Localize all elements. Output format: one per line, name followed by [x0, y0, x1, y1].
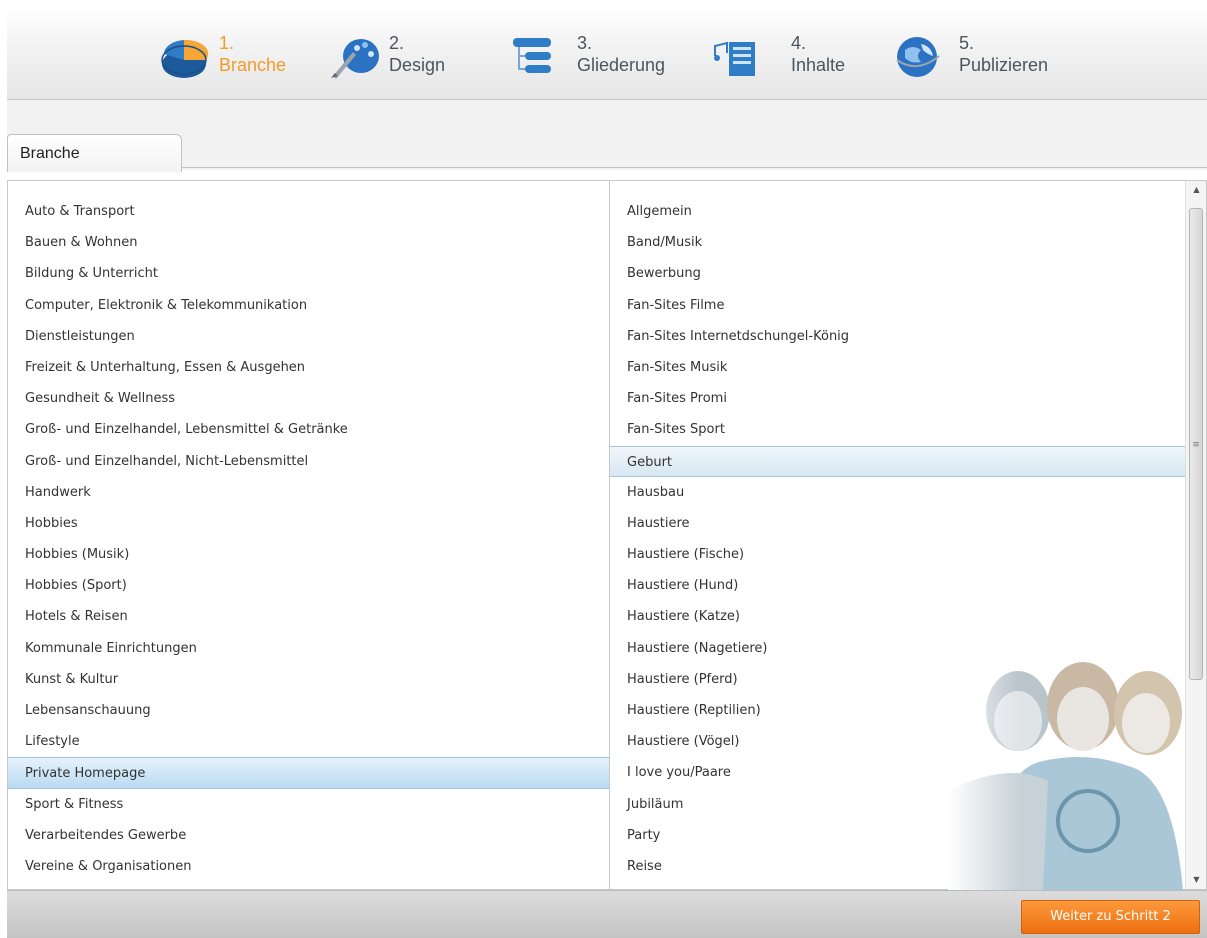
- category-list-item[interactable]: Gesundheit & Wellness: [8, 383, 610, 414]
- subcategory-list-item[interactable]: Band/Musik: [610, 227, 1185, 258]
- tab-label: Branche: [20, 145, 80, 162]
- teens-photo-decoration: [948, 651, 1186, 891]
- category-list-item[interactable]: Auto & Transport: [8, 196, 610, 227]
- palette-brush-icon: [331, 39, 379, 79]
- vertical-scrollbar[interactable]: ▲ ≡ ▼: [1185, 181, 1206, 889]
- category-list-item[interactable]: Dienstleistungen: [8, 321, 610, 352]
- globe-publish-icon: [896, 37, 940, 77]
- category-list-item[interactable]: Computer, Elektronik & Telekommunikation: [8, 290, 610, 321]
- category-list-item[interactable]: Private Homepage: [8, 757, 610, 789]
- category-list-item[interactable]: Groß- und Einzelhandel, Lebensmittel & G…: [8, 414, 610, 445]
- category-list-item[interactable]: Kunst & Kultur: [8, 664, 610, 695]
- category-list-item[interactable]: Lebensanschauung: [8, 695, 610, 726]
- scroll-up-arrow[interactable]: ▲: [1186, 181, 1207, 199]
- step-label: Design: [389, 55, 446, 75]
- category-list-item[interactable]: Hobbies (Sport): [8, 570, 610, 601]
- category-list-item[interactable]: Lifestyle: [8, 726, 610, 757]
- tab-baseline: [182, 167, 1207, 168]
- step-number: 4.: [791, 33, 807, 53]
- category-list-item[interactable]: Groß- und Einzelhandel, Nicht-Lebensmitt…: [8, 446, 610, 477]
- category-list-item[interactable]: Hotels & Reisen: [8, 601, 610, 632]
- content-document-icon: [714, 41, 755, 76]
- category-list-item[interactable]: Hobbies (Musik): [8, 539, 610, 570]
- subcategory-list-item[interactable]: Fan-Sites Musik: [610, 352, 1185, 383]
- step-number: 3.: [577, 33, 593, 53]
- scroll-down-arrow[interactable]: ▼: [1186, 871, 1207, 889]
- subcategory-list-item[interactable]: Haustiere (Hund): [610, 570, 1185, 601]
- wizard-steps-bar: 1. Branche 2. Design 3. Gliederung 4. In…: [7, 9, 1207, 100]
- step-number: 1.: [219, 33, 235, 53]
- subcategory-list-item[interactable]: Geburt: [610, 445, 1185, 477]
- step-label: Branche: [219, 55, 287, 75]
- subcategory-list-item[interactable]: Bewerbung: [610, 258, 1185, 289]
- subcategory-list-item[interactable]: Haustiere (Katze): [610, 601, 1185, 632]
- scrollbar-thumb[interactable]: ≡: [1189, 208, 1203, 680]
- pie-chart-icon: [161, 39, 209, 78]
- structure-tree-icon: [513, 38, 551, 73]
- category-list-item[interactable]: Verarbeitendes Gewerbe: [8, 820, 610, 851]
- category-list-item[interactable]: Sport & Fitness: [8, 789, 610, 820]
- category-list-item[interactable]: Hobbies: [8, 508, 610, 539]
- category-list-item[interactable]: Handwerk: [8, 477, 610, 508]
- tab-branche[interactable]: Branche: [7, 134, 182, 172]
- category-list-item[interactable]: Kommunale Einrichtungen: [8, 633, 610, 664]
- step-label: Inhalte: [791, 55, 846, 75]
- step-number: 2.: [389, 33, 405, 53]
- step-label: Gliederung: [577, 55, 666, 75]
- category-list-item[interactable]: Bildung & Unterricht: [8, 258, 610, 289]
- subcategory-list-item[interactable]: Haustiere: [610, 508, 1185, 539]
- subcategory-list-item[interactable]: Fan-Sites Internetdschungel-König: [610, 321, 1185, 352]
- category-list: Auto & Transport Bauen & Wohnen Bildung & …: [8, 196, 610, 882]
- subcategory-list-item[interactable]: Fan-Sites Promi: [610, 383, 1185, 414]
- category-list-item[interactable]: Bauen & Wohnen: [8, 227, 610, 258]
- category-list-item[interactable]: Freizeit & Unterhaltung, Essen & Ausgehe…: [8, 352, 610, 383]
- subcategory-list-item[interactable]: Allgemein: [610, 196, 1185, 227]
- subcategory-list-item[interactable]: Hausbau: [610, 477, 1185, 508]
- wizard-spacer: [7, 100, 1207, 170]
- subcategory-list-item[interactable]: Fan-Sites Filme: [610, 290, 1185, 321]
- next-step-button[interactable]: Weiter zu Schritt 2: [1021, 900, 1200, 934]
- subcategory-list-item[interactable]: Haustiere (Fische): [610, 539, 1185, 570]
- subcategory-list-item[interactable]: Fan-Sites Sport: [610, 414, 1185, 445]
- category-list-item[interactable]: Vereine & Organisationen: [8, 851, 610, 882]
- grip-icon: ≡: [1192, 440, 1200, 450]
- branche-selection-panel: Auto & Transport Bauen & Wohnen Bildung & …: [7, 180, 1207, 891]
- footer-bar: Weiter zu Schritt 2: [7, 890, 1207, 938]
- step-label: Publizieren: [959, 55, 1049, 75]
- step-number: 5.: [959, 33, 975, 53]
